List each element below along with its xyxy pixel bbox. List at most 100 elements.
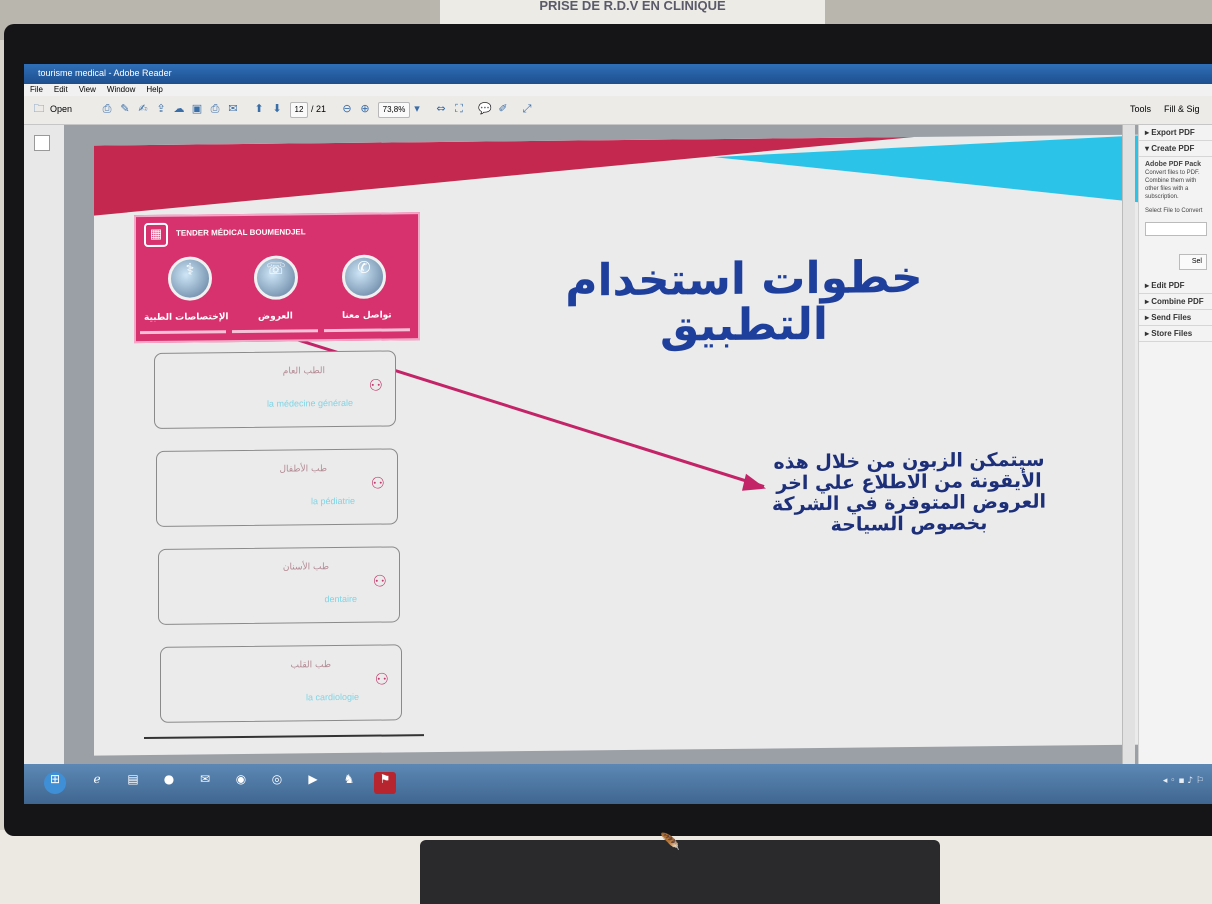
doctor-icon: ⚇ <box>372 571 387 591</box>
acrobat-icon[interactable]: ⚑ <box>374 772 396 794</box>
edit-icon[interactable]: ✎ <box>118 102 132 116</box>
highlight-icon[interactable]: ✐ <box>496 102 510 116</box>
menu-file[interactable]: File <box>30 85 43 94</box>
zoom-field[interactable]: 73,8% <box>378 102 410 118</box>
tools-tab[interactable]: Tools <box>1130 102 1151 116</box>
menu-bar: File Edit View Window Help <box>24 84 1212 96</box>
window-titlebar: tourisme medical - Adobe Reader <box>24 64 1212 84</box>
media-icon[interactable]: ● <box>158 772 180 794</box>
document-area: ▦ TENDER MÉDICAL BOUMENDJEL ⚕ ☏ ✆ الإختص… <box>64 125 1159 765</box>
tab-underline-1 <box>140 330 226 335</box>
combine-pdf-section[interactable]: ▸ Combine PDF <box>1139 294 1212 310</box>
pdf-pack-description: Convert files to PDF. Combine them with … <box>1145 170 1200 200</box>
expand-icon[interactable]: ⤢ <box>520 102 534 116</box>
specialties-label: الإختصاصات الطبية <box>144 312 229 324</box>
screen: tourisme medical - Adobe Reader File Edit… <box>24 64 1212 804</box>
window-title: tourisme medical - Adobe Reader <box>38 68 172 78</box>
card-title-fr: la cardiologie <box>305 691 359 703</box>
export-icon[interactable]: ⇪ <box>154 102 168 116</box>
menu-edit[interactable]: Edit <box>54 85 68 94</box>
offers-label: العروض <box>258 311 293 322</box>
pdf-pack-title: Adobe PDF Pack <box>1145 161 1202 168</box>
select-file-button[interactable]: Sel <box>1179 254 1207 270</box>
slide-headline: خطوات استخدام التطبيق <box>504 251 984 352</box>
pdf-pack-panel: Adobe PDF Pack Convert files to PDF. Com… <box>1139 157 1212 219</box>
pdf-page: ▦ TENDER MÉDICAL BOUMENDJEL ⚕ ☏ ✆ الإختص… <box>94 134 1159 756</box>
card-title-fr: la pédiatrie <box>310 495 355 507</box>
doctor-icon: ⚇ <box>368 375 383 395</box>
card-title-ar: الطب العام <box>282 366 325 377</box>
menu-window[interactable]: Window <box>107 85 135 94</box>
folder-icon[interactable]: 🗀 <box>32 102 46 116</box>
page-down-icon[interactable]: ⬇ <box>270 102 284 116</box>
tools-pane: ▸ Export PDF ▾ Create PDF Adobe PDF Pack… <box>1138 125 1212 765</box>
doctor-icon: ⚇ <box>374 669 389 689</box>
card-title-fr: la médecine générale <box>266 397 353 409</box>
monitor-stand <box>420 840 940 904</box>
slide-description: سيتمكن الزبون من خلال هذه الأيقونة من ال… <box>772 448 1046 536</box>
toolbar: 🗀 Open ⎙ ✎ ✍ ⇪ ☁ ▣ ⎙ ✉ ⬆ ⬇ 12 / 21 ⊖ ⊕ 7… <box>24 96 1212 125</box>
send-files-section[interactable]: ▸ Send Files <box>1139 310 1212 326</box>
phone-icon: ☏ <box>254 255 298 300</box>
card-title-ar: طب الأسنان <box>282 562 329 573</box>
start-button[interactable]: ⊞ <box>44 772 66 794</box>
create-pdf-section[interactable]: ▾ Create PDF <box>1139 141 1212 157</box>
specialty-card: طب القلب la cardiologie ⚇ <box>160 644 402 723</box>
headline-line-1: خطوات استخدام <box>565 251 923 307</box>
firefox-icon[interactable]: ◉ <box>230 772 252 794</box>
page-number-input[interactable]: 12 <box>290 102 308 118</box>
open-button[interactable]: Open <box>50 102 72 116</box>
chrome-icon[interactable]: ◎ <box>266 772 288 794</box>
folder-icon[interactable]: ▤ <box>122 772 144 794</box>
system-tray: ◂ ◦ ▪ ♪ ⚐ <box>1162 776 1204 786</box>
contact-label: تواصل معنا <box>342 310 392 321</box>
create-icon[interactable]: ⎙ <box>100 102 114 116</box>
store-files-section[interactable]: ▸ Store Files <box>1139 326 1212 342</box>
app-title: TENDER MÉDICAL BOUMENDJEL <box>176 227 306 238</box>
comment-icon[interactable]: 💬 <box>478 102 492 116</box>
app-header-screenshot: ▦ TENDER MÉDICAL BOUMENDJEL ⚕ ☏ ✆ الإختص… <box>134 212 420 344</box>
poster-text: PRISE DE R.D.V EN CLINIQUE <box>539 0 726 13</box>
cloud-icon[interactable]: ☁ <box>172 102 186 116</box>
headline-line-2: التطبيق <box>659 298 828 352</box>
select-file-label: Select File to Convert <box>1145 208 1203 214</box>
card-title-ar: طب القلب <box>290 660 331 671</box>
print-icon[interactable]: ⎙ <box>208 102 222 116</box>
play-icon[interactable]: ▶ <box>302 772 324 794</box>
zoom-in-icon[interactable]: ⊕ <box>358 102 372 116</box>
navigation-pane <box>24 125 65 765</box>
card-title-fr: dentaire <box>324 593 357 605</box>
contact-icon: ✆ <box>342 254 386 299</box>
grid-menu-icon: ▦ <box>144 222 168 248</box>
ie-icon[interactable]: ℯ <box>86 772 108 794</box>
vertical-scrollbar[interactable] <box>1122 125 1135 765</box>
pages-panel-icon[interactable] <box>34 135 50 151</box>
menu-help[interactable]: Help <box>146 85 162 94</box>
fit-width-icon[interactable]: ⇔ <box>434 102 448 116</box>
sign-icon[interactable]: ✍ <box>136 102 150 116</box>
specialty-card: الطب العام la médecine générale ⚇ <box>154 350 396 429</box>
card-title-ar: طب الأطفال <box>279 464 328 475</box>
fit-page-icon[interactable]: ⛶ <box>452 102 466 116</box>
monitor-logo: 🪶 <box>660 832 680 851</box>
taskbar: ⊞ ℯ ▤ ● ✉ ◉ ◎ ▶ ♞ ⚑ ◂ ◦ ▪ ♪ ⚐ <box>24 764 1212 804</box>
zoom-dropdown-icon[interactable]: ▾ <box>410 102 424 116</box>
page-up-icon[interactable]: ⬆ <box>252 102 266 116</box>
doctor-icon: ⚇ <box>370 473 385 493</box>
specialty-card: طب الأسنان dentaire ⚇ <box>158 546 400 625</box>
zoom-out-icon[interactable]: ⊖ <box>340 102 354 116</box>
fill-sign-tab[interactable]: Fill & Sig <box>1164 102 1200 116</box>
select-file-field[interactable] <box>1145 222 1207 236</box>
edit-pdf-section[interactable]: ▸ Edit PDF <box>1139 278 1212 294</box>
page-total: / 21 <box>311 104 327 114</box>
mail-icon[interactable]: ✉ <box>226 102 240 116</box>
menu-view[interactable]: View <box>79 85 96 94</box>
export-pdf-section[interactable]: ▸ Export PDF <box>1139 125 1212 141</box>
tab-underline-2 <box>232 329 318 334</box>
medical-icon: ⚕ <box>168 256 212 301</box>
specialty-card: طب الأطفال la pédiatrie ⚇ <box>156 448 398 527</box>
save-icon[interactable]: ▣ <box>190 102 204 116</box>
brave-icon[interactable]: ♞ <box>338 772 360 794</box>
tab-underline-3 <box>324 328 410 333</box>
mail-icon[interactable]: ✉ <box>194 772 216 794</box>
